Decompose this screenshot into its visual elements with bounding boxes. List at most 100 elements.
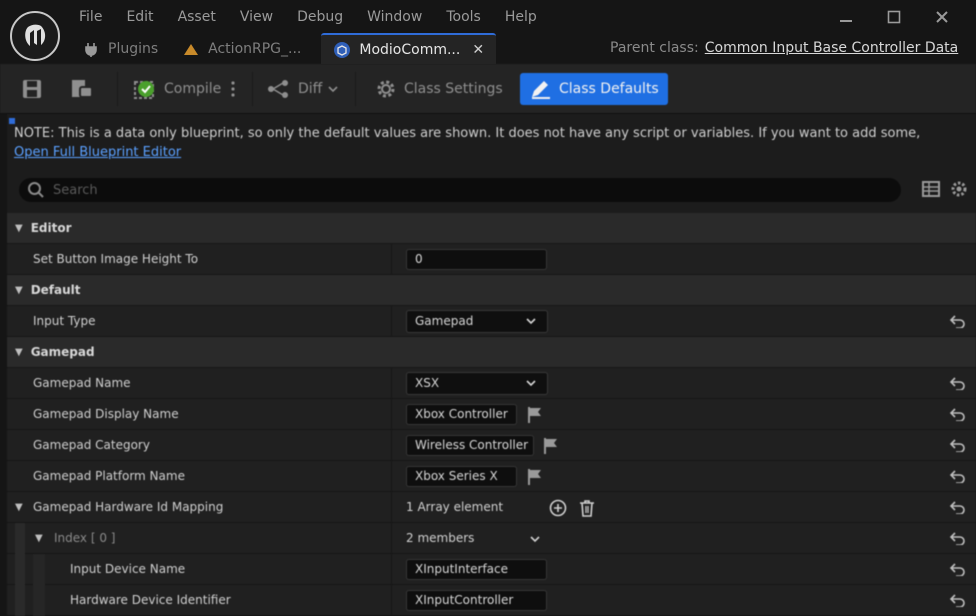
reset-to-default-icon[interactable] [950, 407, 966, 421]
category-field[interactable]: Wireless Controller [406, 435, 534, 456]
details-panel: NOTE: This is a data only blueprint, so … [7, 114, 976, 616]
column-divider [391, 461, 392, 492]
settings-gear-icon[interactable] [950, 180, 968, 198]
blueprint-data-icon [333, 41, 351, 59]
category-default[interactable]: ▼ Default [7, 275, 976, 306]
note-text: NOTE: This is a data only blueprint, so … [14, 126, 921, 141]
column-divider [391, 523, 392, 554]
collapse-arrow-icon[interactable]: ▼ [15, 285, 23, 296]
reset-to-default-icon[interactable] [950, 562, 966, 576]
numeric-field[interactable]: 0 [406, 249, 547, 270]
property-name: Input Device Name [70, 562, 186, 576]
save-icon [23, 80, 41, 98]
search-bar[interactable]: Search [19, 178, 901, 202]
input-type-dropdown[interactable]: Gamepad [406, 310, 548, 333]
column-divider [391, 492, 392, 523]
search-input[interactable]: Search [53, 183, 98, 198]
class-settings-button[interactable]: Class Settings [374, 73, 503, 105]
reset-to-default-icon[interactable] [950, 593, 966, 607]
collapse-arrow-icon[interactable]: ▼ [15, 347, 23, 358]
compile-options-button[interactable] [230, 73, 242, 105]
property-matrix-icon[interactable] [922, 180, 940, 198]
parent-class-link[interactable]: Common Input Base Controller Data [705, 40, 959, 56]
toolbar-separator [117, 72, 118, 106]
input-device-name-field[interactable]: XInputInterface [406, 559, 547, 580]
menu-help[interactable]: Help [493, 6, 549, 28]
reset-to-default-icon[interactable] [950, 531, 966, 545]
hardware-identifier-field[interactable]: XInputController [406, 590, 547, 611]
editor-tabs: Plugins ActionRPG_... ModioComm... ✕ [70, 33, 497, 64]
localization-flag-icon[interactable] [526, 468, 544, 486]
property-name: Hardware Device Identifier [70, 593, 231, 607]
tab-label: Plugins [108, 40, 159, 57]
column-divider [391, 554, 392, 585]
expand-arrow-icon[interactable]: ▼ [35, 523, 43, 554]
class-settings-label: Class Settings [404, 81, 503, 97]
browse-button[interactable] [68, 73, 102, 105]
maximize-icon [887, 10, 901, 24]
compile-label: Compile [164, 81, 222, 97]
property-grid: ▼ Editor Set Button Image Height To 0 ▼ … [7, 213, 976, 616]
array-index-label: Index [ 0 ] [54, 531, 116, 545]
plugin-icon [82, 40, 100, 58]
member-count: 2 members [406, 531, 475, 545]
edit-defaults-icon [532, 81, 550, 99]
close-icon [936, 11, 948, 23]
trash-icon[interactable] [579, 499, 595, 517]
gamepad-name-dropdown[interactable]: XSX [406, 372, 548, 395]
menu-asset[interactable]: Asset [166, 6, 228, 28]
add-element-icon[interactable] [549, 499, 567, 517]
category-editor[interactable]: ▼ Editor [7, 213, 976, 244]
reset-to-default-icon[interactable] [950, 469, 966, 483]
compile-icon [134, 81, 154, 99]
collapse-arrow-icon[interactable]: ▼ [15, 223, 23, 234]
diff-label: Diff [298, 81, 323, 97]
property-row: Set Button Image Height To 0 [7, 244, 976, 275]
property-name: Gamepad Hardware Id Mapping [33, 500, 224, 514]
chevron-down-icon[interactable] [529, 533, 541, 545]
column-divider [391, 399, 392, 430]
property-row: Gamepad Platform Name Xbox Series X [7, 461, 976, 492]
category-gamepad[interactable]: ▼ Gamepad [7, 337, 976, 368]
menu-tools[interactable]: Tools [434, 6, 493, 28]
reset-to-default-icon[interactable] [950, 376, 966, 390]
tab-actionrpg[interactable]: ActionRPG_... [170, 33, 313, 64]
diff-button[interactable]: Diff [266, 73, 345, 105]
reset-to-default-icon[interactable] [950, 500, 966, 514]
open-full-editor-link[interactable]: Open Full Blueprint Editor [14, 145, 181, 160]
property-name: Gamepad Platform Name [33, 469, 185, 483]
diff-icon [268, 80, 288, 98]
localization-flag-icon[interactable] [526, 406, 544, 424]
gear-icon [377, 80, 395, 98]
column-divider [391, 306, 392, 337]
menu-view[interactable]: View [228, 6, 285, 28]
close-window-button[interactable] [922, 6, 962, 28]
unreal-logo-icon[interactable] [10, 11, 60, 61]
menu-file[interactable]: File [79, 6, 114, 28]
menu-debug[interactable]: Debug [285, 6, 355, 28]
class-defaults-button[interactable]: Class Defaults [520, 73, 668, 105]
browse-folder-icon [72, 80, 93, 98]
reset-to-default-icon[interactable] [950, 438, 966, 452]
expand-arrow-icon[interactable]: ▼ [15, 492, 23, 523]
category-label: Default [30, 283, 81, 297]
dropdown-value: XSX [415, 376, 440, 390]
maximize-button[interactable] [874, 6, 914, 28]
save-button[interactable] [20, 73, 50, 105]
minimize-button[interactable] [826, 6, 866, 28]
display-name-field[interactable]: Xbox Controller [406, 404, 517, 425]
property-name: Input Type [33, 314, 96, 328]
tab-modio-common[interactable]: ModioComm... ✕ [321, 33, 497, 64]
localization-flag-icon[interactable] [542, 437, 560, 455]
menu-window[interactable]: Window [355, 6, 434, 28]
tab-plugins[interactable]: Plugins [70, 33, 170, 64]
platform-name-field[interactable]: Xbox Series X [406, 466, 517, 487]
close-tab-icon[interactable]: ✕ [472, 42, 484, 58]
menu-edit[interactable]: Edit [114, 6, 165, 28]
property-row: Input Type Gamepad [7, 306, 976, 337]
reset-to-default-icon[interactable] [950, 314, 966, 328]
category-label: Editor [30, 221, 72, 235]
compile-button[interactable]: Compile [132, 73, 221, 105]
chevron-down-icon [526, 318, 536, 325]
column-divider [391, 585, 392, 616]
